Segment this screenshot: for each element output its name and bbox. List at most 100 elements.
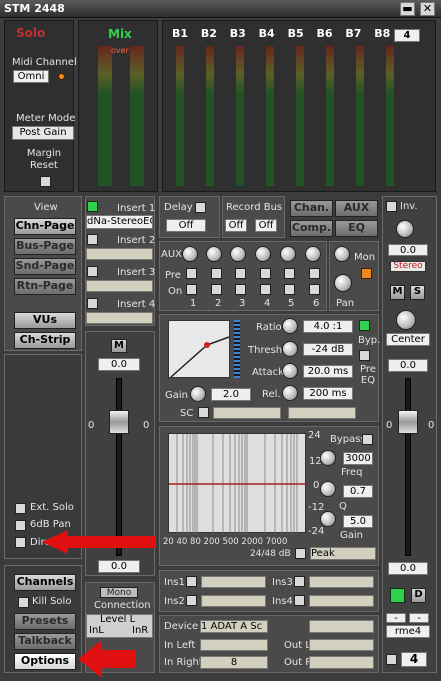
aux-pre-5[interactable] (284, 268, 295, 279)
eq-bypass-checkbox[interactable] (362, 434, 373, 445)
record-bus-left[interactable]: Off (225, 219, 247, 232)
eq-gain-field[interactable]: 5.0 (343, 515, 373, 528)
right-fader-handle[interactable] (398, 410, 418, 434)
ins1-field[interactable] (201, 576, 266, 588)
aux-on-2[interactable] (211, 284, 222, 295)
aux-knob-5[interactable] (280, 246, 296, 262)
rel-field[interactable]: 200 ms (303, 387, 353, 400)
thresh-field[interactable]: -24 dB (303, 343, 353, 356)
insert2-checkbox[interactable] (87, 234, 98, 245)
device-right-field[interactable] (309, 620, 374, 633)
midi-channel-field[interactable]: Omni (13, 70, 49, 83)
ins1-checkbox[interactable] (186, 576, 197, 587)
insert1-led-icon[interactable] (87, 201, 98, 212)
db-pan-checkbox[interactable] (15, 520, 26, 531)
eq-type-field[interactable]: Peak (310, 547, 376, 560)
aux-pre-4[interactable] (260, 268, 271, 279)
ratio-knob[interactable] (282, 318, 298, 334)
insert4-checkbox[interactable] (87, 298, 98, 309)
chn-page-button[interactable]: Chn-Page (14, 218, 76, 235)
aux-knob-2[interactable] (206, 246, 222, 262)
comp-bypass-led-icon[interactable] (359, 320, 370, 331)
ins4-checkbox[interactable] (294, 595, 305, 606)
aux-on-6[interactable] (309, 284, 320, 295)
dash-field-2[interactable]: - (409, 613, 429, 623)
options-button[interactable]: Options (14, 653, 76, 670)
aux-knob-4[interactable] (255, 246, 271, 262)
channel-number-field[interactable]: 4 (401, 652, 427, 667)
d-button[interactable]: D (411, 588, 426, 603)
in-right-field[interactable]: 8 (200, 656, 268, 669)
right-pan-value[interactable]: Center (386, 333, 430, 346)
in-left-field[interactable] (200, 639, 268, 651)
margin-reset-checkbox[interactable] (40, 176, 51, 187)
aux-on-3[interactable] (235, 284, 246, 295)
right-fader-bottom-value[interactable]: 0.0 (388, 562, 428, 575)
pan-knob[interactable] (334, 274, 352, 292)
input-gain-value[interactable]: 0.0 (388, 244, 428, 256)
chan-button[interactable]: Chan. (290, 200, 333, 217)
aux-knob-6[interactable] (305, 246, 321, 262)
pre-eq-checkbox[interactable] (359, 350, 370, 361)
mute-m-button[interactable]: M (111, 339, 127, 353)
sc-field-1[interactable] (213, 407, 281, 419)
mon-led-icon[interactable] (361, 268, 372, 279)
aux-pre-2[interactable] (211, 268, 222, 279)
channel-number-checkbox[interactable] (386, 654, 397, 665)
ins2-field[interactable] (201, 595, 266, 607)
ins4-field[interactable] (309, 595, 374, 607)
aux-button[interactable]: AUX (335, 200, 378, 217)
q-knob[interactable] (320, 481, 336, 497)
ins2-checkbox[interactable] (186, 595, 197, 606)
right-fader-top-value[interactable]: 0.0 (388, 359, 428, 372)
dash-field-1[interactable]: - (386, 613, 406, 623)
aux-pre-6[interactable] (309, 268, 320, 279)
vus-button[interactable]: VUs (14, 312, 76, 329)
presets-button[interactable]: Presets (14, 613, 76, 630)
eq-range-checkbox[interactable] (295, 548, 306, 559)
directouts-checkbox[interactable] (15, 537, 26, 548)
out-l-field[interactable] (309, 639, 374, 651)
attack-field[interactable]: 20.0 ms (303, 365, 353, 378)
insert4-field[interactable] (86, 312, 153, 324)
aux-knob-1[interactable] (182, 246, 198, 262)
record-bus-right[interactable]: Off (255, 219, 277, 232)
sc-checkbox[interactable] (198, 407, 209, 418)
insert3-field[interactable] (86, 280, 153, 292)
aux-on-5[interactable] (284, 284, 295, 295)
close-button[interactable]: ✕ (420, 2, 435, 16)
input-gain-knob[interactable] (396, 220, 414, 238)
bus-page-number[interactable]: 4 (394, 29, 420, 42)
thresh-knob[interactable] (282, 341, 298, 357)
left-fader-handle[interactable] (109, 410, 129, 434)
ext-solo-checkbox[interactable] (15, 503, 26, 514)
comp-gain-knob[interactable] (190, 386, 206, 402)
meter-mode-field[interactable]: Post Gain (12, 126, 74, 140)
ch-strip-button[interactable]: Ch-Strip (14, 332, 76, 349)
right-mute-button[interactable]: M (390, 285, 405, 300)
rtn-page-button[interactable]: Rtn-Page (14, 278, 76, 295)
freq-field[interactable]: 3000 (343, 452, 373, 465)
channel-name-field[interactable]: rme4 (386, 625, 430, 638)
right-pan-knob[interactable] (396, 310, 416, 330)
bus-page-button[interactable]: Bus-Page (14, 238, 76, 255)
delay-field[interactable]: Off (166, 219, 206, 232)
stereo-button[interactable]: Stereo (390, 261, 426, 272)
q-field[interactable]: 0.7 (343, 485, 373, 498)
sc-field-2[interactable] (288, 407, 356, 419)
aux-knob-3[interactable] (230, 246, 246, 262)
mon-knob[interactable] (334, 246, 350, 262)
channels-button[interactable]: Channels (14, 574, 76, 591)
delay-checkbox[interactable] (195, 202, 206, 213)
inv-checkbox[interactable] (386, 201, 397, 212)
eq-button[interactable]: EQ (335, 220, 378, 237)
right-green-led-icon[interactable] (390, 588, 405, 603)
ins3-field[interactable] (309, 576, 374, 588)
insert2-field[interactable] (86, 248, 153, 260)
aux-pre-1[interactable] (186, 268, 197, 279)
attack-knob[interactable] (282, 363, 298, 379)
insert1-field[interactable]: dNa-StereoEQ (86, 215, 153, 229)
solo-label[interactable]: Solo (16, 26, 45, 40)
freq-knob[interactable] (320, 450, 336, 466)
left-fader-top-value[interactable]: 0.0 (98, 358, 140, 371)
